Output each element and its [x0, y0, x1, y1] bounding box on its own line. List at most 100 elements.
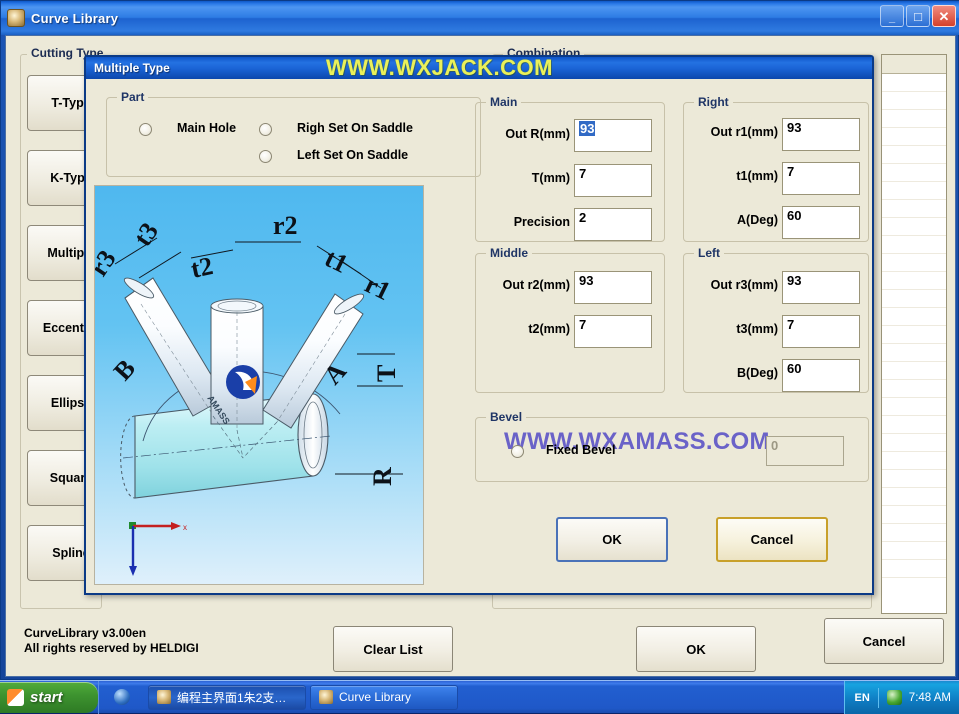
button-label: Clear List	[363, 641, 423, 657]
part-legend: Part	[117, 90, 149, 104]
input-t1-value: 7	[787, 164, 795, 179]
main-ok-button[interactable]: OK	[636, 626, 756, 672]
radio-right-set-on-saddle[interactable]	[259, 123, 272, 136]
input-a-deg[interactable]: 60	[782, 206, 860, 239]
input-fixed-bevel[interactable]: 0	[766, 436, 844, 466]
input-out-r[interactable]: 93	[574, 119, 652, 152]
diagram-label-r1: r1	[360, 269, 395, 306]
minimize-button[interactable]: _	[880, 5, 904, 27]
label-out-r2: Out r2(mm)	[502, 278, 570, 292]
list-item[interactable]	[882, 542, 946, 560]
volume-icon[interactable]	[886, 690, 902, 705]
list-item[interactable]	[882, 398, 946, 416]
label-precision: Precision	[513, 215, 570, 229]
list-item[interactable]	[882, 218, 946, 236]
label-t2: t2(mm)	[528, 322, 570, 336]
list-item[interactable]	[882, 110, 946, 128]
quick-launch-bar	[98, 680, 144, 714]
input-t3-value: 7	[787, 317, 795, 332]
dialog-ok-button[interactable]: OK	[556, 517, 668, 562]
input-t3[interactable]: 7	[782, 315, 860, 348]
list-item[interactable]	[882, 488, 946, 506]
list-item[interactable]	[882, 200, 946, 218]
input-a-deg-value: 60	[787, 208, 802, 223]
list-item[interactable]	[882, 452, 946, 470]
dialog-titlebar[interactable]: Multiple Type	[86, 57, 872, 79]
list-item[interactable]	[882, 506, 946, 524]
pipe-intersection-diagram: AMASS x r3 t3 t2 r2 t1 r1 B A T R	[94, 185, 424, 585]
list-item[interactable]	[882, 146, 946, 164]
input-out-r3-value: 93	[787, 273, 802, 288]
label-t3: t3(mm)	[736, 322, 778, 336]
list-item[interactable]	[882, 434, 946, 452]
list-item[interactable]	[882, 290, 946, 308]
list-item[interactable]	[882, 74, 946, 92]
list-item[interactable]	[882, 236, 946, 254]
part-group: Part Main Hole Righ Set On Saddle Left S…	[106, 90, 481, 177]
maximize-icon: □	[914, 8, 922, 24]
list-item[interactable]	[882, 164, 946, 182]
input-b-deg[interactable]: 60	[782, 359, 860, 392]
list-item[interactable]	[882, 524, 946, 542]
main-window-title: Curve Library	[31, 10, 119, 26]
list-item[interactable]	[882, 362, 946, 380]
taskbar-item-curve-library[interactable]: Curve Library	[310, 684, 458, 710]
button-label: Cancel	[862, 633, 906, 649]
main-legend: Main	[486, 95, 522, 109]
left-legend: Left	[694, 246, 724, 260]
list-item[interactable]	[882, 308, 946, 326]
list-item[interactable]	[882, 470, 946, 488]
list-item[interactable]	[882, 560, 946, 578]
radio-fixed-bevel[interactable]	[511, 445, 524, 458]
input-precision[interactable]: 2	[574, 208, 652, 241]
list-item[interactable]	[882, 128, 946, 146]
input-t[interactable]: 7	[574, 164, 652, 197]
clock[interactable]: 7:48 AM	[909, 692, 951, 704]
button-label: OK	[686, 641, 706, 657]
label-a-deg: A(Deg)	[737, 213, 778, 227]
clear-list-button[interactable]: Clear List	[333, 626, 453, 672]
list-item[interactable]	[882, 326, 946, 344]
label-out-r3: Out r3(mm)	[710, 278, 778, 292]
list-item[interactable]	[882, 344, 946, 362]
close-button[interactable]: ✕	[932, 5, 956, 27]
input-t2[interactable]: 7	[574, 315, 652, 348]
maximize-button[interactable]: □	[906, 5, 930, 27]
main-window-titlebar[interactable]: Curve Library _ □ ✕	[1, 1, 959, 35]
middle-group: Middle Out r2(mm) 93 t2(mm) 7	[475, 246, 665, 393]
input-out-r2[interactable]: 93	[574, 271, 652, 304]
dialog-cancel-button[interactable]: Cancel	[716, 517, 828, 562]
list-item[interactable]	[882, 254, 946, 272]
input-out-r3[interactable]: 93	[782, 271, 860, 304]
main-cancel-button[interactable]: Cancel	[824, 618, 944, 664]
input-out-r1[interactable]: 93	[782, 118, 860, 151]
input-t1[interactable]: 7	[782, 162, 860, 195]
multiple-type-dialog: Multiple Type WWW.WXJACK.COM WWW.WXAMASS…	[84, 55, 874, 595]
taskbar-item-cad-program[interactable]: 编程主界面1朱2支…	[148, 684, 306, 710]
start-button-label: start	[30, 688, 63, 706]
radio-fixed-bevel-label: Fixed Bevel	[546, 443, 616, 457]
input-t2-value: 7	[579, 317, 587, 332]
combination-list[interactable]	[881, 54, 947, 614]
radio-main-hole[interactable]	[139, 123, 152, 136]
list-item[interactable]	[882, 416, 946, 434]
list-item[interactable]	[882, 380, 946, 398]
input-fixed-bevel-value: 0	[771, 438, 779, 453]
version-line-2: All rights reserved by HELDIGI	[24, 641, 199, 655]
program-icon	[157, 690, 171, 704]
list-item[interactable]	[882, 272, 946, 290]
start-button[interactable]: start	[0, 681, 98, 713]
list-item[interactable]	[882, 182, 946, 200]
list-item[interactable]	[882, 92, 946, 110]
dialog-title: Multiple Type	[94, 61, 170, 75]
app-icon	[7, 9, 25, 27]
diagram-label-T: T	[372, 365, 401, 382]
list-header	[882, 55, 946, 74]
browser-icon[interactable]	[113, 689, 130, 705]
system-tray: EN 7:48 AM	[843, 681, 959, 714]
input-t-value: 7	[579, 166, 587, 181]
radio-left-set-on-saddle[interactable]	[259, 150, 272, 163]
radio-main-hole-label: Main Hole	[177, 121, 237, 135]
radio-left-set-on-saddle-label: Left Set On Saddle	[297, 148, 409, 162]
language-indicator[interactable]: EN	[855, 692, 870, 704]
